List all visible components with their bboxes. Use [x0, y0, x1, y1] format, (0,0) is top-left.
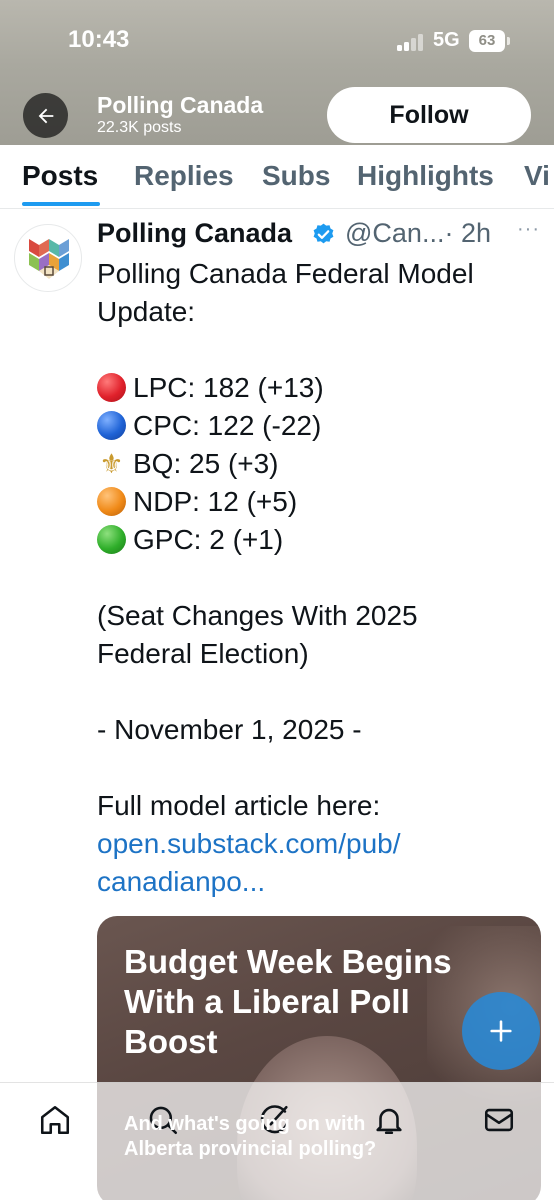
tab-videos[interactable]: Vi: [524, 160, 550, 192]
ndp-line: NDP: 12 (+5): [97, 483, 537, 521]
cpc-line: CPC: 122 (-22): [97, 407, 537, 445]
red-circle-icon: [97, 373, 126, 402]
article-link[interactable]: canadianpo...: [97, 863, 537, 901]
ndp-text: NDP: 12 (+5): [133, 486, 298, 517]
bq-line: ⚜ BQ: 25 (+3): [97, 445, 537, 483]
home-icon[interactable]: [38, 1103, 72, 1137]
bq-text: BQ: 25 (+3): [133, 448, 279, 479]
article-link[interactable]: open.substack.com/pub/: [97, 825, 537, 863]
blue-circle-icon: [97, 411, 126, 440]
messages-icon[interactable]: [482, 1103, 516, 1137]
card-subtitle: And what's going on with Alberta provinc…: [124, 1113, 377, 1160]
post-author-name[interactable]: Polling Canada: [97, 218, 292, 249]
post-line: Federal Election): [97, 638, 309, 669]
post-line: Polling Canada Federal Model: [97, 258, 474, 289]
network-label: 5G: [433, 29, 460, 51]
plus-icon: [490, 1020, 512, 1042]
header-post-count: 22.3K posts: [97, 119, 182, 136]
signal-icon: [397, 33, 427, 51]
author-avatar[interactable]: [14, 224, 82, 292]
more-options-icon[interactable]: ···: [517, 218, 540, 241]
post-author-handle: @Can...· 2h: [345, 218, 491, 249]
status-time: 10:43: [68, 26, 130, 53]
battery-icon: 63: [469, 30, 505, 52]
tab-highlights[interactable]: Highlights: [357, 160, 494, 192]
cpc-text: CPC: 122 (-22): [133, 410, 322, 441]
gpc-text: GPC: 2 (+1): [133, 524, 284, 555]
orange-circle-icon: [97, 487, 126, 516]
lpc-text: LPC: 182 (+13): [133, 372, 324, 403]
green-circle-icon: [97, 525, 126, 554]
battery-tip: [507, 37, 510, 45]
tab-subs[interactable]: Subs: [262, 160, 330, 192]
arrow-left-icon: [38, 108, 53, 123]
follow-button[interactable]: Follow: [327, 87, 531, 143]
post-author-line: Polling Canada @Can...· 2h ···: [97, 216, 539, 252]
back-button[interactable]: [23, 93, 68, 138]
post-line: (Seat Changes With 2025: [97, 600, 418, 631]
post-line: Full model article here:: [97, 790, 381, 821]
status-bar: 10:43 5G 63: [0, 0, 554, 84]
tab-replies[interactable]: Replies: [134, 160, 234, 192]
post-line: Update:: [97, 296, 196, 327]
handle-text: @Can...: [345, 218, 445, 248]
active-tab-indicator: [22, 202, 100, 206]
gpc-line: GPC: 2 (+1): [97, 521, 537, 559]
post-time: · 2h: [444, 218, 491, 248]
compose-post-button[interactable]: [462, 992, 540, 1070]
post-text: Polling Canada Federal Model Update: LPC…: [97, 255, 537, 901]
card-title: Budget Week Begins With a Liberal Poll B…: [124, 943, 452, 1060]
lpc-line: LPC: 182 (+13): [97, 369, 537, 407]
tab-posts[interactable]: Posts: [22, 160, 98, 192]
profile-tabs: Posts Replies Subs Highlights Vi: [0, 145, 554, 209]
profile-header-banner: 10:43 5G 63 Polling Canada 22.3K posts F…: [0, 0, 554, 145]
polling-canada-logo-icon: [29, 239, 69, 279]
header-title: Polling Canada: [97, 92, 264, 118]
fleur-de-lis-icon: ⚜: [99, 449, 124, 479]
verified-badge-icon: [313, 223, 334, 244]
post-date-line: - November 1, 2025 -: [97, 714, 362, 745]
